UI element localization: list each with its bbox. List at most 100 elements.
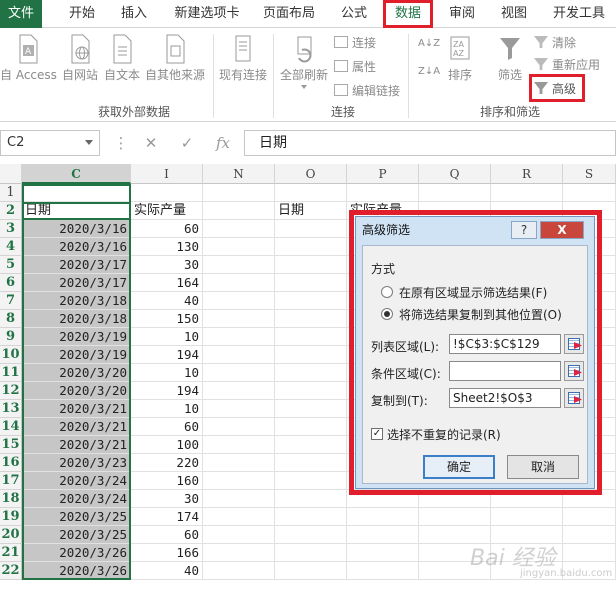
row-header[interactable]: 14: [0, 418, 22, 436]
cell-i[interactable]: 60: [131, 418, 203, 436]
cell-o[interactable]: [275, 418, 347, 436]
cell-o[interactable]: [275, 310, 347, 328]
cell-i[interactable]: 40: [131, 562, 203, 580]
cancel-x-icon[interactable]: ✕: [142, 134, 160, 152]
cell-n[interactable]: [203, 490, 275, 508]
row-header[interactable]: 11: [0, 364, 22, 382]
edit-links-button[interactable]: 编辑链接: [334, 82, 400, 99]
sort-descending-icon[interactable]: Z↓A: [418, 66, 440, 77]
cell-o[interactable]: 日期: [275, 202, 347, 220]
cell-r[interactable]: [491, 184, 563, 202]
cell-c[interactable]: 2020/3/24: [22, 490, 131, 508]
cell-i[interactable]: 30: [131, 256, 203, 274]
close-button[interactable]: X: [540, 221, 584, 239]
tab-review[interactable]: 审阅: [440, 0, 484, 28]
cell-c[interactable]: 2020/3/25: [22, 508, 131, 526]
cell-n[interactable]: [203, 346, 275, 364]
cell-i[interactable]: 60: [131, 220, 203, 238]
column-header-p[interactable]: P: [347, 164, 419, 184]
cell-p[interactable]: [347, 526, 419, 544]
copy-to-input[interactable]: Sheet2!$O$3: [449, 388, 561, 408]
cell-c[interactable]: 2020/3/24: [22, 472, 131, 490]
cell-n[interactable]: [203, 562, 275, 580]
cell-p[interactable]: [347, 508, 419, 526]
cell-i[interactable]: 100: [131, 436, 203, 454]
reapply-button[interactable]: 重新应用: [534, 56, 600, 73]
cell-o[interactable]: [275, 328, 347, 346]
list-range-input[interactable]: !$C$3:$C$129: [449, 334, 561, 354]
cell-n[interactable]: [203, 256, 275, 274]
cell-c[interactable]: 2020/3/20: [22, 364, 131, 382]
row-header[interactable]: 19: [0, 508, 22, 526]
column-header-c[interactable]: C: [22, 164, 131, 184]
cell-i[interactable]: [131, 184, 203, 202]
cell-p[interactable]: [347, 544, 419, 562]
cell-o[interactable]: [275, 454, 347, 472]
from-other-sources-button[interactable]: 自其他来源: [142, 34, 208, 83]
row-header[interactable]: 20: [0, 526, 22, 544]
cell-c[interactable]: 2020/3/16: [22, 238, 131, 256]
refresh-all-button[interactable]: 全部刷新: [278, 34, 330, 89]
cell-i[interactable]: 130: [131, 238, 203, 256]
cell-r[interactable]: [491, 508, 563, 526]
unique-records-checkbox[interactable]: ✓: [371, 428, 383, 440]
cell-o[interactable]: [275, 400, 347, 418]
radio-in-place[interactable]: [381, 286, 393, 298]
clear-filter-button[interactable]: 清除: [534, 34, 576, 51]
cell-i[interactable]: 30: [131, 490, 203, 508]
name-box[interactable]: C2: [0, 130, 100, 156]
cell-n[interactable]: [203, 292, 275, 310]
cell-i[interactable]: 220: [131, 454, 203, 472]
column-header-r[interactable]: R: [491, 164, 563, 184]
cell-c[interactable]: 2020/3/26: [22, 562, 131, 580]
cancel-button[interactable]: 取消: [507, 455, 579, 479]
help-button[interactable]: ?: [511, 221, 537, 239]
cell-p[interactable]: [347, 184, 419, 202]
cell-o[interactable]: [275, 292, 347, 310]
tab-data[interactable]: 数据: [383, 0, 433, 28]
cell-o[interactable]: [275, 382, 347, 400]
cell-n[interactable]: [203, 238, 275, 256]
cell-n[interactable]: [203, 508, 275, 526]
unique-records-label[interactable]: 选择不重复的记录(R): [387, 426, 501, 443]
option-in-place-label[interactable]: 在原有区域显示筛选结果(F): [399, 284, 547, 301]
cell-c[interactable]: 2020/3/26: [22, 544, 131, 562]
row-header[interactable]: 21: [0, 544, 22, 562]
cell-n[interactable]: [203, 202, 275, 220]
radio-copy-to[interactable]: [381, 308, 393, 320]
row-header[interactable]: 3: [0, 220, 22, 238]
tab-page-layout[interactable]: 页面布局: [256, 0, 322, 28]
cell-o[interactable]: [275, 562, 347, 580]
cell-i[interactable]: 10: [131, 400, 203, 418]
cell-n[interactable]: [203, 436, 275, 454]
cell-n[interactable]: [203, 364, 275, 382]
row-header[interactable]: 9: [0, 328, 22, 346]
cell-c[interactable]: 2020/3/23: [22, 454, 131, 472]
option-copy-label[interactable]: 将筛选结果复制到其他位置(O): [399, 306, 562, 323]
row-header[interactable]: 18: [0, 490, 22, 508]
column-header-q[interactable]: Q: [419, 164, 491, 184]
tab-view[interactable]: 视图: [492, 0, 536, 28]
select-all-corner[interactable]: [0, 164, 22, 184]
cell-i[interactable]: 194: [131, 382, 203, 400]
cell-q[interactable]: [419, 508, 491, 526]
row-header[interactable]: 5: [0, 256, 22, 274]
row-header[interactable]: 12: [0, 382, 22, 400]
row-header[interactable]: 1: [0, 184, 22, 202]
cell-n[interactable]: [203, 400, 275, 418]
cell-n[interactable]: [203, 418, 275, 436]
cell-n[interactable]: [203, 220, 275, 238]
from-text-button[interactable]: 自文本: [102, 34, 142, 83]
cell-c[interactable]: 2020/3/18: [22, 310, 131, 328]
cell-o[interactable]: [275, 256, 347, 274]
cell-n[interactable]: [203, 328, 275, 346]
row-header[interactable]: 8: [0, 310, 22, 328]
properties-button[interactable]: 属性: [334, 58, 376, 75]
column-header-n[interactable]: N: [203, 164, 275, 184]
cell-n[interactable]: [203, 526, 275, 544]
column-header-o[interactable]: O: [275, 164, 347, 184]
cell-c[interactable]: 2020/3/17: [22, 256, 131, 274]
from-web-button[interactable]: 自网站: [60, 34, 100, 83]
tab-new[interactable]: 新建选项卡: [168, 0, 246, 28]
cell-c[interactable]: 2020/3/16: [22, 220, 131, 238]
